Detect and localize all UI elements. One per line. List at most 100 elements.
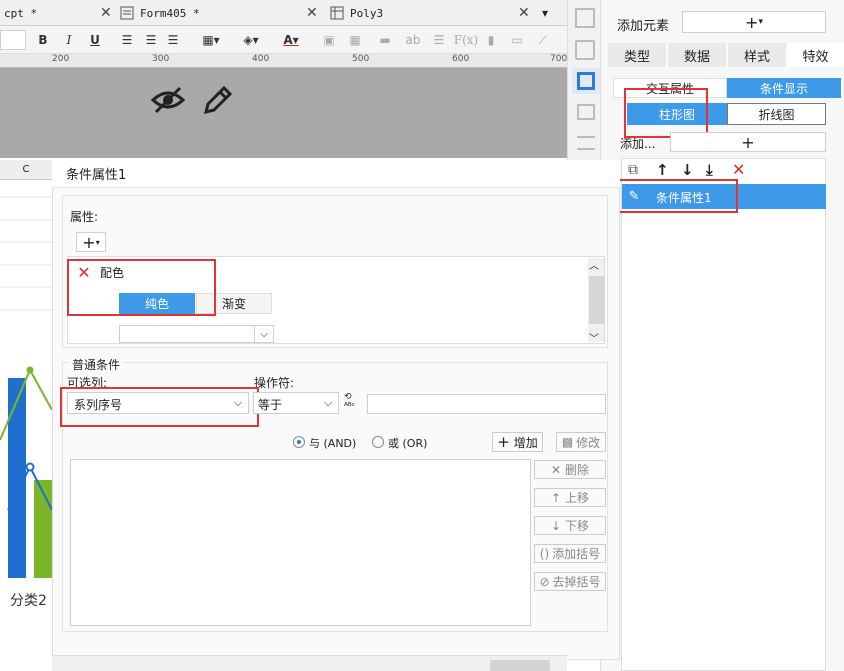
tab-conditional-display[interactable]: 条件显示 [727,78,841,98]
fill-color-icon[interactable]: ◈▾ [236,31,266,49]
scroll-thumb[interactable] [490,660,550,671]
condition-list [621,158,826,671]
up-arrow-icon: ↑ [550,490,562,505]
delete-icon[interactable]: ✕ [732,160,745,179]
tab-poly3[interactable]: Poly3 ✕ [330,0,530,26]
line-icon[interactable]: ▬ [376,31,394,49]
ruler-tick: 600 [452,54,470,64]
move-bottom-icon[interactable]: ⤓ [706,161,713,179]
modify-button-label: 修改 [576,435,601,450]
modify-button[interactable]: ▩ 修改 [556,432,606,452]
value-type-icon[interactable]: ⟲ ᴬᴮᶜ [344,392,364,414]
list-stack-icon[interactable] [577,136,595,150]
horizontal-ruler: 200 300 400 500 600 700 [0,54,567,68]
and-label: 与 (AND) [309,437,357,450]
align-center-icon[interactable]: ☰ [142,31,160,49]
ruler-tick: 200 [52,54,70,64]
tab-type[interactable]: 类型 [608,43,667,67]
close-icon[interactable]: ✕ [518,5,530,21]
edit-pencil-icon[interactable] [202,84,234,116]
delete-button[interactable]: ✕ 删除 [534,460,606,479]
info-icon[interactable] [575,40,595,60]
tab-style[interactable]: 样式 [728,43,787,67]
widget-canvas [0,68,567,158]
remove-bracket-label: 去掉括号 [552,575,601,589]
border-icon[interactable]: ▦▾ [196,31,226,49]
move-up-button[interactable]: ↑ 上移 [534,488,606,507]
italic-button[interactable]: I [60,31,78,49]
plus-icon: + [497,433,510,451]
ruler-tick: 500 [352,54,370,64]
move-up-label: 上移 [565,491,590,505]
value-input[interactable] [367,394,606,414]
chevron-down-icon[interactable]: ⌵ [254,326,273,342]
tab-data[interactable]: 数据 [668,43,727,67]
tab-label: cpt * [4,6,38,20]
chart-icon[interactable]: ▮ [482,31,500,49]
tab-menu-icon[interactable]: ▾ [542,6,548,20]
move-down-icon[interactable]: ↓ [681,161,694,179]
layout-icon[interactable] [575,8,595,28]
chevron-down-icon[interactable]: ⌵ [318,393,338,413]
tab-effects[interactable]: 特效 [788,43,844,67]
event-icon[interactable] [577,104,595,120]
or-radio[interactable] [372,436,384,448]
operator-label: 操作符: [254,376,295,390]
category-label: 分类2 [10,593,47,609]
scroll-down-icon[interactable]: ﹀ [589,330,599,345]
close-icon[interactable]: ✕ [306,5,318,21]
form-icon [120,6,134,20]
add-button[interactable]: + 增加 [492,432,543,452]
remove-bracket-button[interactable]: ⊘ 去掉括号 [534,572,606,591]
move-down-button[interactable]: ↓ 下移 [534,516,606,535]
bold-button[interactable]: B [34,31,52,49]
color-select[interactable] [119,325,274,343]
move-down-label: 下移 [565,519,590,533]
move-up-icon[interactable]: ↑ [656,161,669,179]
align-right-icon[interactable]: ☰ [164,31,182,49]
line-point [25,462,35,472]
add-property-button[interactable]: + ▾ [76,232,106,252]
highlight-box [60,387,259,427]
visibility-off-icon[interactable] [150,84,186,116]
line-point [26,366,34,374]
operator-select-value: 等于 [258,398,283,412]
copy-icon[interactable]: ⧉ [628,162,638,178]
add-label: 添加... [620,137,656,151]
tab-form405[interactable]: Form405 * ✕ [120,0,320,26]
dialog-title: 条件属性1 [52,160,620,188]
underline-button[interactable]: U [86,31,104,49]
radio-dot [297,440,301,444]
tab-cpt[interactable]: cpt * ✕ [4,0,114,26]
merge-cells-icon[interactable]: ▣ [320,31,338,49]
font-color-icon[interactable]: A▾ [276,31,306,49]
table-icon[interactable]: ▦ [346,31,364,49]
column-header[interactable]: C [0,160,52,180]
formula-icon[interactable]: F(x) [454,31,478,49]
add-element-dropdown[interactable]: + ▾ [682,11,826,33]
highlight-box [624,88,708,138]
align-left-icon[interactable]: ☰ [118,31,136,49]
add-bracket-label: 添加括号 [552,547,601,561]
delete-button-label: 删除 [565,463,590,477]
image-icon[interactable]: ▭ [508,31,526,49]
ruler-tick: 700 [550,54,568,64]
normal-condition-label: 普通条件 [70,356,123,373]
delete-icon: ✕ [550,462,562,477]
scroll-thumb[interactable] [589,276,605,324]
condition-list-box[interactable] [70,459,531,626]
add-button-label: 增加 [513,435,538,450]
slash-icon[interactable]: ⟋ [534,31,552,49]
tab-line-chart[interactable]: 折线图 [727,103,826,125]
text-ab-icon[interactable]: ab [404,31,422,49]
ruler-tick: 300 [152,54,170,64]
scroll-up-icon[interactable]: ︿ [589,257,599,272]
add-condition-button[interactable]: + [670,132,826,152]
add-bracket-button[interactable]: () 添加括号 [534,544,606,563]
down-arrow-icon: ↓ [550,518,562,533]
bar-series-2 [34,480,52,578]
font-size-dropdown[interactable] [0,30,26,50]
or-label: 或 (OR) [388,437,428,450]
list-icon[interactable]: ☰ [430,31,448,49]
close-icon[interactable]: ✕ [100,5,112,21]
